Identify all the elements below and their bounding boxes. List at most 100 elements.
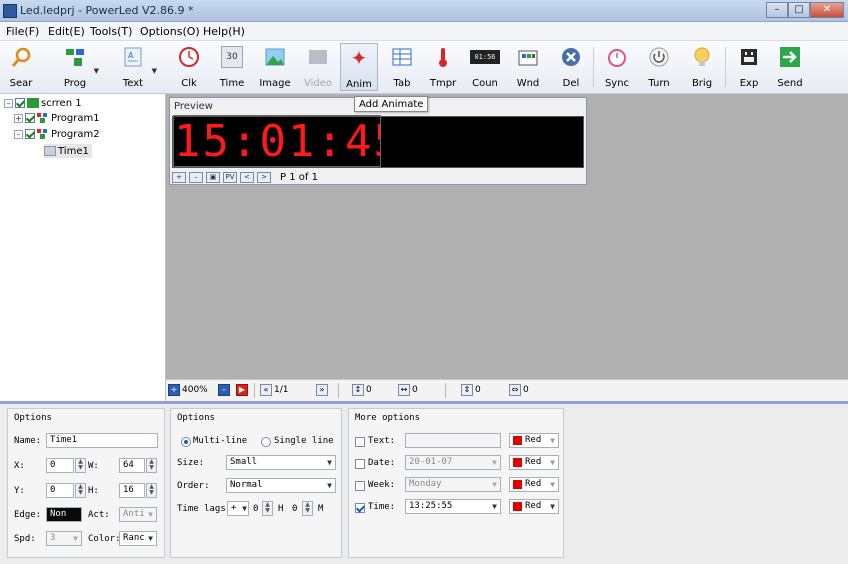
program1-checkbox[interactable] bbox=[25, 113, 35, 123]
time-checkbox[interactable] bbox=[355, 503, 365, 513]
tree-node-program1[interactable]: + Program1 bbox=[14, 111, 100, 125]
w-stepper[interactable]: ▲ ▼ bbox=[146, 458, 157, 473]
chevron-down-icon: ▼ bbox=[492, 458, 497, 467]
action-select[interactable]: Anti ▼ bbox=[119, 507, 157, 522]
animate-button[interactable]: ✦ Anim bbox=[340, 43, 378, 91]
week-select[interactable]: Monday ▼ bbox=[405, 477, 501, 492]
toolbar-divider bbox=[725, 47, 726, 87]
page-nav: « 1/1 bbox=[260, 384, 288, 396]
counter-button[interactable]: 01:56 Coun bbox=[467, 43, 503, 91]
menu-options[interactable]: Options(O) bbox=[140, 25, 200, 38]
name-input[interactable]: Time1 bbox=[46, 433, 158, 448]
temperature-button[interactable]: Tmpr bbox=[425, 43, 461, 91]
minimize-button[interactable]: – bbox=[766, 2, 788, 18]
search-button[interactable]: Sear bbox=[3, 43, 39, 91]
chevron-down-icon[interactable]: ▼ bbox=[94, 67, 99, 75]
move-horizontal-icon[interactable]: ↔ bbox=[398, 384, 410, 396]
zoom-in-icon[interactable]: + bbox=[172, 171, 186, 183]
color-swatch bbox=[513, 458, 522, 467]
time-select[interactable]: 13:25:55 ▼ bbox=[405, 499, 501, 514]
sync-button[interactable]: Sync bbox=[599, 43, 635, 91]
order-select[interactable]: Normal ▼ bbox=[226, 478, 336, 493]
expand-icon[interactable]: + bbox=[14, 113, 23, 123]
move-vertical-icon[interactable]: ↕ bbox=[352, 384, 364, 396]
pv-icon[interactable]: PV bbox=[223, 171, 237, 183]
menu-help[interactable]: Help(H) bbox=[203, 25, 245, 38]
video-button[interactable]: Video bbox=[300, 43, 336, 91]
week-checkbox[interactable] bbox=[355, 481, 365, 491]
edge-select[interactable]: Non bbox=[46, 507, 82, 522]
collapse-icon[interactable]: – bbox=[4, 98, 13, 108]
close-button[interactable]: ✕ bbox=[810, 2, 844, 18]
export-button[interactable]: Exp bbox=[731, 43, 767, 91]
color-select[interactable]: Ranc ▼ bbox=[119, 531, 157, 546]
play-button[interactable]: ▶ bbox=[236, 384, 248, 396]
led-time-display[interactable]: 15:01:45 bbox=[173, 115, 381, 167]
w-input[interactable]: 64 bbox=[119, 458, 145, 473]
chevron-down-icon[interactable]: ▼ bbox=[152, 67, 157, 75]
text-color-select[interactable]: Red ▼ bbox=[509, 433, 559, 448]
prev-page-icon[interactable]: < bbox=[240, 171, 254, 183]
multi-line-radio[interactable] bbox=[181, 437, 191, 447]
text-button[interactable]: A Text ▼ bbox=[115, 43, 157, 91]
y-stepper[interactable]: ▲ ▼ bbox=[75, 483, 86, 498]
next-page-icon[interactable]: > bbox=[257, 171, 271, 183]
menu-tools[interactable]: Tools(T) bbox=[90, 25, 132, 38]
h-input[interactable]: 16 bbox=[119, 483, 145, 498]
brightness-button[interactable]: Brig bbox=[684, 43, 720, 91]
x-input[interactable]: 0 bbox=[46, 458, 74, 473]
zoom-in-icon[interactable]: + bbox=[168, 384, 180, 396]
turn-button[interactable]: Turn bbox=[641, 43, 677, 91]
date-checkbox[interactable] bbox=[355, 459, 365, 469]
send-button[interactable]: Send bbox=[772, 43, 808, 91]
image-button[interactable]: Image bbox=[257, 43, 293, 91]
zoom-out-button[interactable]: – bbox=[218, 384, 230, 396]
tree-node-time1[interactable]: Time1 bbox=[44, 144, 92, 158]
zoom-level: 400% bbox=[182, 385, 208, 395]
date-color-select[interactable]: Red ▼ bbox=[509, 455, 559, 470]
page-number: 1/1 bbox=[274, 385, 289, 395]
clock-button[interactable]: Clk bbox=[171, 43, 207, 91]
menu-file[interactable]: File(F) bbox=[6, 25, 39, 38]
time-color-select[interactable]: Red ▼ bbox=[509, 499, 559, 514]
height-adjust: ⇕ 0 bbox=[461, 384, 481, 396]
menu-edit[interactable]: Edit(E) bbox=[48, 25, 85, 38]
screen-checkbox[interactable] bbox=[15, 98, 25, 108]
date-select[interactable]: 20-01-07 ▼ bbox=[405, 455, 501, 470]
toolbar-divider bbox=[593, 47, 594, 87]
table-button[interactable]: Tab bbox=[384, 43, 420, 91]
more-options-title: More options bbox=[355, 413, 421, 423]
text-checkbox[interactable] bbox=[355, 437, 365, 447]
resize-horizontal-icon[interactable]: ⇔ bbox=[509, 384, 521, 396]
timelag-sign-select[interactable]: + ▼ bbox=[227, 501, 249, 516]
prev-page-icon[interactable]: « bbox=[260, 384, 272, 396]
size-select[interactable]: Small ▼ bbox=[226, 455, 336, 470]
hours-stepper[interactable]: ▲ ▼ bbox=[262, 501, 273, 516]
program-button[interactable]: Prog ▼ bbox=[57, 43, 99, 91]
next-page-button[interactable]: » bbox=[316, 384, 328, 396]
window-button[interactable]: Wnd bbox=[510, 43, 546, 91]
single-line-radio[interactable] bbox=[261, 437, 271, 447]
delete-button[interactable]: Del bbox=[553, 43, 589, 91]
tree-node-program2[interactable]: – Program2 bbox=[14, 127, 100, 141]
y-input[interactable]: 0 bbox=[46, 483, 74, 498]
divider bbox=[445, 383, 446, 398]
speed-select[interactable]: 3 ▼ bbox=[46, 531, 82, 546]
timelag-hours-value[interactable]: 0 bbox=[253, 504, 258, 514]
h-stepper[interactable]: ▲ ▼ bbox=[146, 483, 157, 498]
chevron-down-icon: ▼ bbox=[550, 480, 555, 489]
minutes-stepper[interactable]: ▲ ▼ bbox=[302, 501, 313, 516]
text-input[interactable] bbox=[405, 433, 501, 448]
tree-node-screen[interactable]: – scrren 1 bbox=[4, 96, 82, 110]
resize-vertical-icon[interactable]: ⇕ bbox=[461, 384, 473, 396]
week-color-select[interactable]: Red ▼ bbox=[509, 477, 559, 492]
timelag-minutes-value[interactable]: 0 bbox=[292, 504, 297, 514]
time-button[interactable]: 30 Time bbox=[214, 43, 250, 91]
program2-checkbox[interactable] bbox=[25, 129, 35, 139]
x-stepper[interactable]: ▲ ▼ bbox=[75, 458, 86, 473]
maximize-button[interactable]: □ bbox=[788, 2, 810, 18]
collapse-icon[interactable]: – bbox=[14, 129, 23, 139]
fit-icon[interactable]: ▣ bbox=[206, 171, 220, 183]
clock-icon bbox=[178, 46, 200, 68]
zoom-out-icon[interactable]: – bbox=[189, 171, 203, 183]
